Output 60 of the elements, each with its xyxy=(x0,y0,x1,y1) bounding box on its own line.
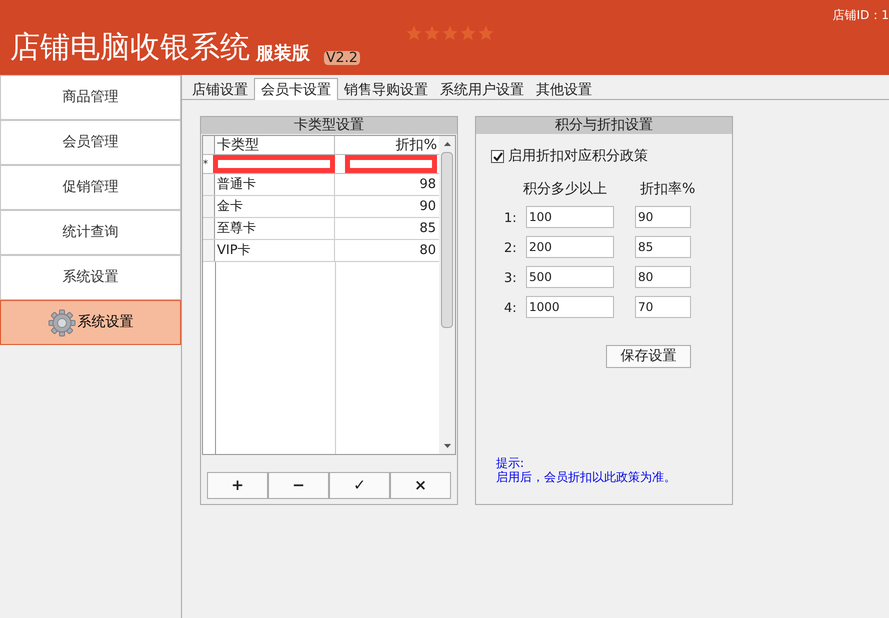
points-field[interactable]: 1000 xyxy=(526,296,614,318)
edition-label: 服装版 xyxy=(256,45,310,63)
gear-icon xyxy=(48,308,76,336)
points-field[interactable]: 200 xyxy=(526,236,614,258)
grid-button[interactable]: × xyxy=(390,472,451,499)
column-header: 卡类型 xyxy=(215,136,335,154)
table-cell-text: 80 xyxy=(418,242,437,260)
points-field[interactable]: 100 xyxy=(526,206,614,228)
table-cell-text: 98 xyxy=(418,176,437,194)
scroll-up-icon[interactable] xyxy=(444,142,450,146)
tab[interactable]: 店铺设置 xyxy=(186,80,254,99)
app-title: 店铺电脑收银系统 xyxy=(10,33,250,63)
scroll-down-icon[interactable] xyxy=(444,444,450,448)
grid-button[interactable]: ✓ xyxy=(329,472,390,499)
sidebar-item[interactable]: 促销管理 xyxy=(0,165,181,210)
tier-index: 2: xyxy=(504,240,518,258)
sidebar-item[interactable]: 会员管理 xyxy=(0,120,181,165)
tab[interactable]: 会员卡设置 xyxy=(254,78,338,100)
tier-index: 1: xyxy=(504,210,518,228)
tier-index: 4: xyxy=(504,300,518,318)
column-header: 折扣% xyxy=(394,136,438,154)
points-field[interactable]: 500 xyxy=(526,266,614,288)
hint-text: 启用后，会员折扣以此政策为准。 xyxy=(496,470,677,484)
grid-button[interactable]: − xyxy=(268,472,329,499)
store-id: 店铺ID：1 xyxy=(832,7,889,24)
star-icon xyxy=(477,24,495,42)
checkbox-label: 启用折扣对应积分政策 xyxy=(508,147,648,166)
rate-field[interactable]: 85 xyxy=(635,236,691,258)
hint-title: 提示: xyxy=(496,456,526,470)
version-label: V2.2 xyxy=(324,51,360,65)
column-header: 积分多少以上 xyxy=(523,180,608,199)
star-icon xyxy=(405,24,423,42)
rate-field[interactable]: 70 xyxy=(635,296,691,318)
sidebar-item[interactable]: 系统设置 xyxy=(0,255,181,300)
sidebar-item[interactable]: 系统设置 xyxy=(0,300,181,345)
table-cell: VIP卡 xyxy=(215,240,335,261)
table-cell: 普通卡 xyxy=(215,174,335,195)
tier-index: 3: xyxy=(504,270,518,288)
star-icon xyxy=(423,24,441,42)
table-cell: 金卡 xyxy=(215,196,335,217)
scrollbar[interactable] xyxy=(439,136,455,454)
table-cell-text: 90 xyxy=(418,198,437,216)
grid-button[interactable]: + xyxy=(207,472,268,499)
checkbox[interactable] xyxy=(491,150,504,163)
tab[interactable]: 销售导购设置 xyxy=(338,80,434,99)
rate-field[interactable]: 80 xyxy=(635,266,691,288)
column-header: 折扣率% xyxy=(640,180,696,199)
rate-field[interactable]: 90 xyxy=(635,206,691,228)
sidebar-item[interactable]: 商品管理 xyxy=(0,75,181,120)
table-cell-text: 85 xyxy=(418,220,437,238)
tab[interactable]: 其他设置 xyxy=(530,80,598,99)
save-button[interactable]: 保存设置 xyxy=(606,345,691,368)
panel-title: 卡类型设置 xyxy=(201,117,457,134)
star-icon xyxy=(441,24,459,42)
table-cell: 至尊卡 xyxy=(215,218,335,239)
scrollbar-thumb[interactable] xyxy=(441,152,453,328)
panel-title: 积分与折扣设置 xyxy=(476,117,732,134)
star-icon xyxy=(459,24,477,42)
tab[interactable]: 系统用户设置 xyxy=(434,80,530,99)
sidebar-item[interactable]: 统计查询 xyxy=(0,210,181,255)
